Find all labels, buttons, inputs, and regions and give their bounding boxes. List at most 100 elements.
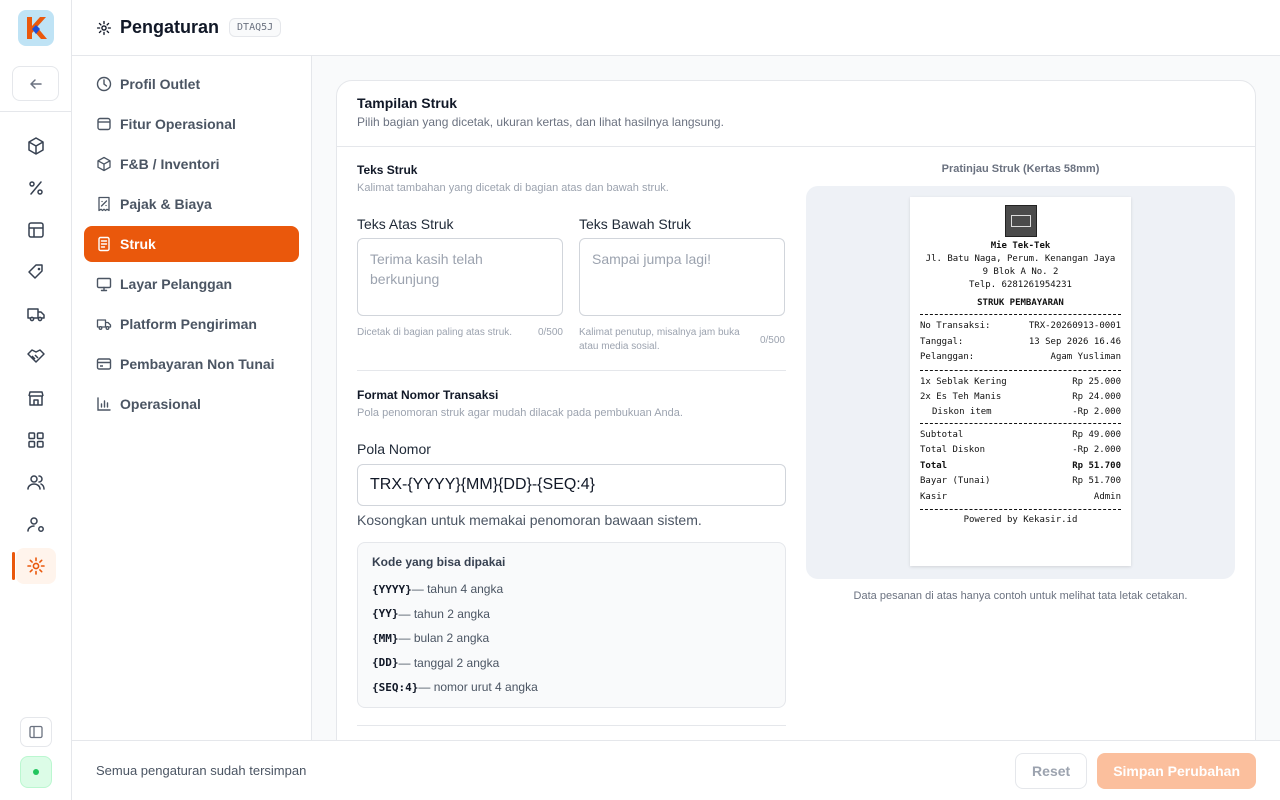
settings-form: Teks Struk Kalimat tambahan yang dicetak… xyxy=(357,163,786,726)
header-text-counter: 0/500 xyxy=(537,327,563,338)
receipt-key: Diskon item xyxy=(932,406,992,417)
rail-apps-button[interactable] xyxy=(16,422,56,458)
store-icon xyxy=(28,391,44,406)
receipt-info-row: Tanggal: 13 Sep 2026 16.46 xyxy=(920,335,1121,351)
receipt-preview-panel: Pratinjau Struk (Kertas 58mm) Mie Tek-Te… xyxy=(806,163,1235,602)
receipt-grand-total-row: Total Rp 51.700 xyxy=(920,459,1121,475)
menu-item-label: Pajak & Biaya xyxy=(120,196,212,212)
pattern-input[interactable]: TRX-{YYYY}{MM}{DD}-{SEQ:4} xyxy=(357,464,786,506)
percent-icon xyxy=(29,181,43,195)
code-desc: — tahun 2 angka xyxy=(398,606,490,621)
preview-label: Pratinjau Struk (Kertas 58mm) xyxy=(941,163,1100,175)
reset-button[interactable]: Reset xyxy=(1015,752,1088,789)
menu-item-struk[interactable]: Struk xyxy=(84,226,299,262)
receipt-value: Rp 49.000 xyxy=(1072,429,1121,440)
code-token: {MM} xyxy=(372,631,399,645)
footer-text-input[interactable]: Sampai jumpa lagi! xyxy=(579,238,785,316)
pattern-hint: Kosongkan untuk memakai penomoran bawaan… xyxy=(357,512,702,528)
footer-text-hint: Kalimat penutup, misalnya jam buka atau … xyxy=(579,327,740,352)
code-token: {YY} xyxy=(372,607,399,621)
truck-icon xyxy=(27,308,45,322)
menu-item-label: Operasional xyxy=(120,396,201,412)
layout-icon xyxy=(28,222,44,238)
receipt-key: Total Diskon xyxy=(920,445,986,455)
header-text-hint: Dicetak di bagian paling atas struk. xyxy=(357,327,513,338)
rail-discount-button[interactable] xyxy=(16,170,56,206)
receipt-separator xyxy=(920,369,1121,371)
receipt-key: Kasir xyxy=(920,491,948,502)
menu-item-operasional[interactable]: Operasional xyxy=(84,386,299,422)
receipt-icon xyxy=(98,196,110,212)
save-changes-button[interactable]: Simpan Perubahan xyxy=(1097,752,1256,789)
receipt-value: Rp 51.700 xyxy=(1072,476,1121,486)
receipt-store-name: Mie Tek-Tek xyxy=(990,241,1051,251)
page-title: Pengaturan xyxy=(120,17,220,37)
grid-icon xyxy=(28,432,44,448)
header-text-input[interactable]: Terima kasih telah berkunjung xyxy=(357,238,563,316)
rail-delivery-button[interactable] xyxy=(16,296,56,332)
code-desc: — tahun 4 angka xyxy=(411,582,504,597)
footer-text-counter: 0/500 xyxy=(759,335,785,346)
rail-store-button[interactable] xyxy=(16,380,56,416)
receipt-address-line: 9 Blok A No. 2 xyxy=(982,267,1059,277)
receipt-text-fields: Teks Atas Struk Terima kasih telah berku… xyxy=(357,216,786,354)
rail-settings-button[interactable] xyxy=(16,548,56,584)
rail-customers-button[interactable] xyxy=(16,464,56,500)
back-button[interactable] xyxy=(12,66,59,101)
receipt-value: 13 Sep 2026 16.46 xyxy=(1028,336,1121,347)
bar-chart-icon xyxy=(97,397,111,411)
receipt-value: Rp 25.000 xyxy=(1072,376,1121,387)
receipt-key: No Transaksi: xyxy=(920,321,991,331)
menu-item-platform-pengiriman[interactable]: Platform Pengiriman xyxy=(84,306,299,342)
section-title-teks-struk: Teks Struk xyxy=(357,163,418,177)
app-logo[interactable] xyxy=(18,10,54,46)
menu-item-fnb-inventori[interactable]: F&B / Inventori xyxy=(84,146,299,182)
footer-text-field: Teks Bawah Struk Sampai jumpa lagi! Kali… xyxy=(579,216,785,354)
receipt-value: Admin xyxy=(1093,491,1121,502)
receipt-footer: Powered by Kekasir.id xyxy=(963,515,1078,525)
card-header: Tampilan Struk Pilih bagian yang dicetak… xyxy=(337,81,1255,147)
menu-item-fitur-operasional[interactable]: Fitur Operasional xyxy=(84,106,299,142)
file-text-icon xyxy=(98,236,110,252)
box-icon xyxy=(28,137,44,155)
card-subtitle: Pilih bagian yang dicetak, ukuran kertas… xyxy=(357,115,724,129)
receipt-value: Rp 51.700 xyxy=(1072,460,1121,471)
save-bar-actions: Reset Simpan Perubahan xyxy=(1015,752,1256,789)
menu-item-pembayaran-non-tunai[interactable]: Pembayaran Non Tunai xyxy=(84,346,299,382)
rail-products-button[interactable] xyxy=(16,128,56,164)
rail-tags-button[interactable] xyxy=(16,254,56,290)
connection-status[interactable] xyxy=(20,756,52,788)
pattern-label: Pola Nomor xyxy=(357,441,431,457)
receipt-value: Agam Yusliman xyxy=(1050,352,1121,362)
receipt-total-row: Subtotal Rp 49.000 xyxy=(920,428,1121,444)
receipt-item-row: 2x Es Teh Manis Rp 24.000 xyxy=(920,390,1121,406)
receipt-value: -Rp 2.000 xyxy=(1072,406,1121,417)
code-desc: — bulan 2 angka xyxy=(398,631,490,646)
box-icon xyxy=(97,117,111,131)
receipt-item-row: 1x Seblak Kering Rp 25.000 xyxy=(920,375,1121,391)
store-logo-image xyxy=(1004,205,1037,237)
menu-item-label: Pembayaran Non Tunai xyxy=(120,356,275,372)
preview-note: Data pesanan di atas hanya contoh untuk … xyxy=(853,590,1188,602)
sidebar-toggle-icon xyxy=(29,725,43,739)
status-dot xyxy=(33,769,39,775)
rail-partner-button[interactable] xyxy=(16,338,56,374)
code-desc: — tanggal 2 angka xyxy=(398,655,500,670)
code-desc: — nomor urut 4 angka xyxy=(418,680,538,695)
rail-layout-button[interactable] xyxy=(16,212,56,248)
receipt-phone: Telp. 6281261954231 xyxy=(969,280,1072,290)
menu-item-layar-pelanggan[interactable]: Layar Pelanggan xyxy=(84,266,299,302)
rail-active-indicator xyxy=(12,552,15,580)
preview-area: Mie Tek-Tek Jl. Batu Naga, Perum. Kenang… xyxy=(806,186,1235,579)
clock-icon xyxy=(96,76,112,92)
menu-item-pajak-biaya[interactable]: Pajak & Biaya xyxy=(84,186,299,222)
users-icon xyxy=(27,475,45,490)
settings-menu: Profil Outlet Fitur Operasional F&B / In… xyxy=(72,56,312,740)
credit-card-icon xyxy=(96,358,112,370)
receipt-key: Total xyxy=(920,460,948,471)
menu-item-label: Layar Pelanggan xyxy=(120,276,233,292)
rail-staff-button[interactable] xyxy=(16,506,56,542)
collapse-sidebar-button[interactable] xyxy=(20,717,52,747)
menu-item-profil-outlet[interactable]: Profil Outlet xyxy=(84,66,299,102)
receipt-settings-card: Tampilan Struk Pilih bagian yang dicetak… xyxy=(336,80,1256,740)
